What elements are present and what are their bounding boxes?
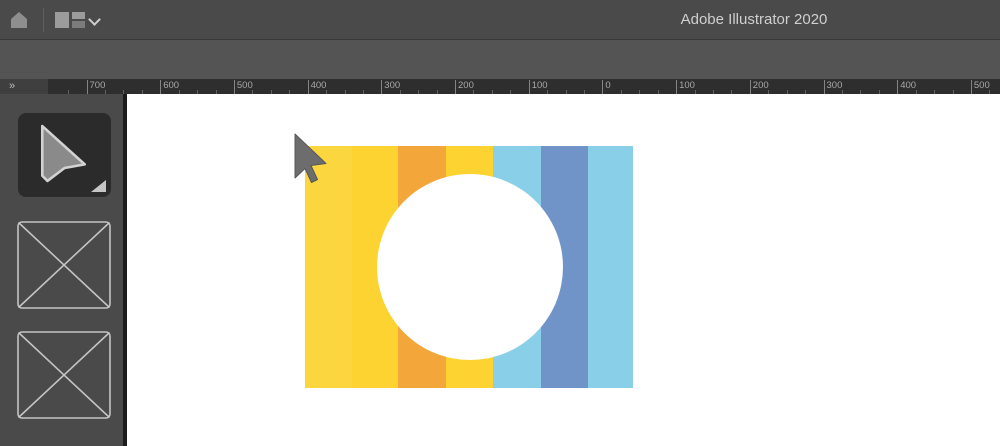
- ruler-label: 400: [311, 80, 327, 91]
- illustrator-window: Adobe Illustrator 2020 No Selection Stro…: [0, 0, 1000, 446]
- ruler-major-tick: [308, 80, 309, 94]
- ruler-major-tick: [529, 80, 530, 94]
- selection-tool-button[interactable]: [18, 113, 111, 197]
- ruler-major-tick: [234, 80, 235, 94]
- ruler-major-tick: [602, 80, 603, 94]
- ruler-label: 200: [458, 80, 474, 91]
- control-bar: No Selection Stroke: 2 pt Uniform 3 pt. …: [0, 40, 1000, 79]
- ruler-major-tick: [750, 80, 751, 94]
- empty-tool-slot[interactable]: [17, 221, 111, 309]
- ruler-label: 600: [163, 80, 179, 91]
- pointer-cursor: [294, 133, 328, 185]
- ruler-label: 500: [974, 80, 990, 91]
- artboard-canvas[interactable]: [127, 94, 1000, 446]
- ruler-major-tick: [676, 80, 677, 94]
- ruler-label: 300: [827, 80, 843, 91]
- selection-tool-arrow-icon: [40, 124, 87, 183]
- title-bar: Adobe Illustrator 2020: [0, 0, 1000, 40]
- ruler-label: 100: [679, 80, 695, 91]
- ruler-label: 200: [753, 80, 769, 91]
- ruler-major-tick: [897, 80, 898, 94]
- window-title: Adobe Illustrator 2020: [681, 11, 828, 28]
- ruler-major-tick: [87, 80, 88, 94]
- artwork-stripe-sky-blue-2[interactable]: [588, 146, 633, 388]
- ruler-label: 400: [900, 80, 916, 91]
- ruler-label: 700: [90, 80, 106, 91]
- tools-panel: [0, 94, 123, 446]
- ruler-major-tick: [971, 80, 972, 94]
- horizontal-ruler[interactable]: » 700 600 500 400 300 200 100 0 100 200 300 400 500: [0, 79, 1000, 94]
- workspace-switcher-icon[interactable]: [55, 12, 85, 28]
- ruler-label: 100: [532, 80, 548, 91]
- workspace-chevron-down-icon[interactable]: [88, 13, 101, 26]
- ruler-label: 500: [237, 80, 253, 91]
- ruler-corner-expand[interactable]: »: [0, 79, 48, 94]
- ruler-label: 300: [384, 80, 400, 91]
- ruler-major-tick: [381, 80, 382, 94]
- artwork-circle[interactable]: [377, 174, 563, 360]
- ruler-major-tick: [824, 80, 825, 94]
- titlebar-divider: [43, 8, 44, 32]
- ruler-major-tick: [160, 80, 161, 94]
- double-chevron-right-icon: »: [9, 80, 15, 92]
- tool-flyout-indicator: [91, 180, 106, 192]
- empty-tool-slot[interactable]: [17, 331, 111, 419]
- home-icon[interactable]: [9, 10, 29, 30]
- ruler-major-tick: [455, 80, 456, 94]
- ruler-label: 0: [605, 80, 610, 91]
